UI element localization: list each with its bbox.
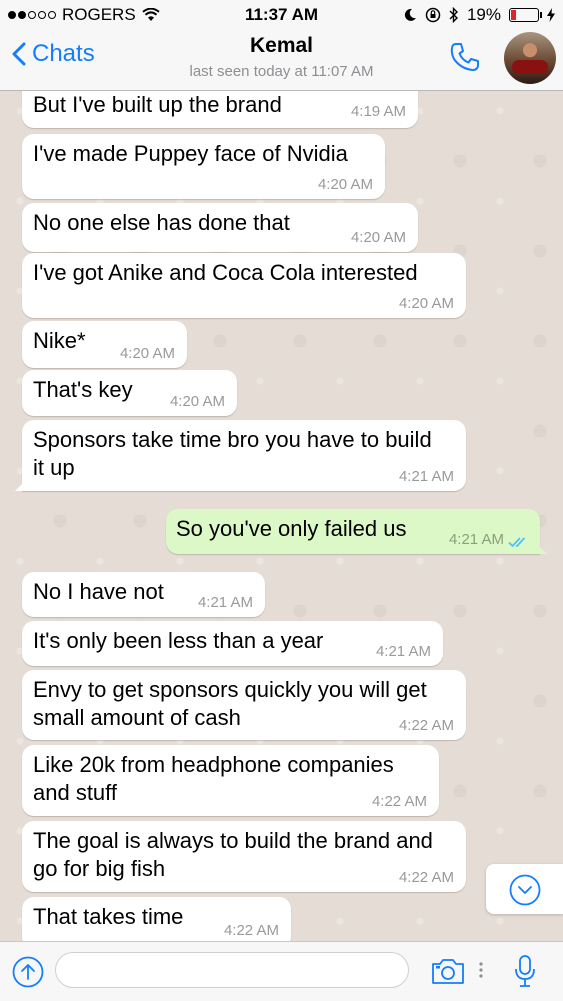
scroll-to-bottom-button[interactable] xyxy=(486,864,563,914)
message-text: Nike* xyxy=(33,328,86,353)
message-text: That's key xyxy=(33,377,133,402)
message-text: But I've built up the brand xyxy=(33,92,282,117)
charging-icon xyxy=(547,8,555,22)
microphone-icon[interactable] xyxy=(513,954,537,988)
message-time: 4:20 AM xyxy=(398,295,454,312)
message-text: No one else has done that xyxy=(33,210,290,235)
phone-icon[interactable] xyxy=(448,40,482,74)
message-bubble-incoming[interactable]: I've got Anike and Coca Cola interested … xyxy=(22,253,466,318)
message-time: 4:19 AM xyxy=(350,103,406,120)
message-bubble-incoming[interactable]: The goal is always to build the brand an… xyxy=(22,821,466,892)
message-bubble-incoming[interactable]: Like 20k from headphone companies and st… xyxy=(22,745,439,816)
status-bar: ROGERS 11:37 AM 19% xyxy=(0,0,563,30)
message-text: No I have not xyxy=(33,579,164,604)
message-time: 4:20 AM xyxy=(169,393,225,410)
bluetooth-icon xyxy=(449,7,458,23)
message-bubble-outgoing[interactable]: So you've only failed us 4:21 AM xyxy=(166,509,547,554)
message-text: Like 20k from headphone companies and st… xyxy=(33,752,394,805)
message-text: I've got Anike and Coca Cola interested xyxy=(33,260,418,285)
message-time: 4:22 AM xyxy=(371,793,427,810)
message-time: 4:20 AM xyxy=(350,229,406,246)
message-time: 4:22 AM xyxy=(398,717,454,734)
message-time: 4:21 AM xyxy=(398,468,454,485)
message-time: 4:20 AM xyxy=(119,345,175,362)
message-time: 4:22 AM xyxy=(398,869,454,886)
message-bubble-incoming[interactable]: Envy to get sponsors quickly you will ge… xyxy=(22,670,466,740)
contact-avatar[interactable] xyxy=(504,32,556,84)
message-text: That takes time xyxy=(33,904,184,929)
message-text: I've made Puppey face of Nvidia xyxy=(33,141,348,166)
chat-area[interactable]: But I've built up the brand 4:19 AM I've… xyxy=(0,91,563,941)
camera-icon[interactable] xyxy=(430,956,466,986)
chevron-down-circle-icon xyxy=(509,874,541,906)
message-time: 4:21 AM xyxy=(375,643,431,660)
message-text: Envy to get sponsors quickly you will ge… xyxy=(33,677,427,730)
message-text: Sponsors take time bro you have to build… xyxy=(33,427,432,480)
battery-icon xyxy=(509,8,542,22)
bubble-tail xyxy=(15,479,27,491)
message-text: It's only been less than a year xyxy=(33,628,324,653)
message-time: 4:21 AM xyxy=(197,594,253,611)
dots-separator-icon xyxy=(479,962,483,978)
message-time: 4:21 AM xyxy=(448,531,504,548)
message-bubble-incoming[interactable]: No one else has done that 4:20 AM xyxy=(22,203,418,252)
message-bubble-incoming[interactable]: That takes time 4:22 AM xyxy=(22,897,291,941)
bubble-tail xyxy=(535,542,547,554)
status-right: 19% xyxy=(403,5,555,25)
message-bubble-incoming[interactable]: No I have not 4:21 AM xyxy=(22,572,265,617)
message-input-bar xyxy=(0,941,563,1001)
message-text: The goal is always to build the brand an… xyxy=(33,828,433,881)
message-bubble-incoming[interactable]: It's only been less than a year 4:21 AM xyxy=(22,621,443,666)
message-bubble-incoming[interactable]: I've made Puppey face of Nvidia 4:20 AM xyxy=(22,134,385,199)
battery-percent: 19% xyxy=(466,5,501,24)
message-time: 4:22 AM xyxy=(223,922,279,939)
message-bubble-incoming[interactable]: Nike* 4:20 AM xyxy=(22,321,187,368)
message-text: So you've only failed us xyxy=(176,516,407,541)
arrow-up-circle-icon[interactable] xyxy=(12,956,44,988)
message-bubble-incoming[interactable]: Sponsors take time bro you have to build… xyxy=(15,420,466,491)
read-receipt-icon xyxy=(508,537,526,548)
message-bubble-incoming[interactable]: That's key 4:20 AM xyxy=(22,370,237,416)
message-time: 4:20 AM xyxy=(317,176,373,193)
rotation-lock-icon xyxy=(425,7,441,23)
message-input[interactable] xyxy=(55,952,409,988)
moon-icon xyxy=(404,8,416,21)
chat-header: Chats Kemal last seen today at 11:07 AM xyxy=(0,30,563,91)
message-bubble-incoming[interactable]: But I've built up the brand 4:19 AM xyxy=(22,91,418,128)
